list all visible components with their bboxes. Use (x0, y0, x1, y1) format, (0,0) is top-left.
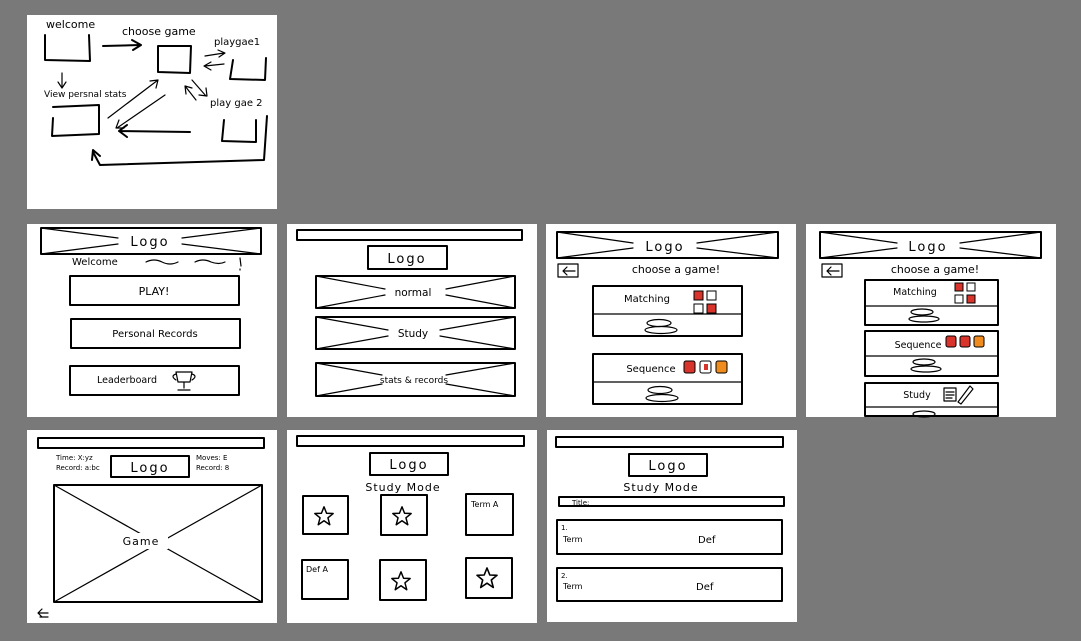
sequence-label: Sequence (895, 340, 942, 351)
term-label: Term A (470, 500, 499, 509)
choose-game-screen-a-panel: Logo choose a game! Matching Sequence (546, 224, 796, 417)
logo-text: Logo (389, 458, 428, 473)
sequence-cards-icon (945, 335, 985, 348)
study-mode-title: Study Mode (365, 481, 440, 494)
time-readout: Time: X:yz (55, 454, 93, 462)
study-label: Study (903, 390, 931, 401)
logo-text: Logo (387, 252, 426, 267)
def-label: Def A (306, 565, 328, 574)
record-moves-readout: Record: 8 (196, 464, 229, 472)
flow-choose-game-label: choose game (122, 25, 196, 38)
logo-text: Logo (130, 235, 169, 250)
wireframe-board: welcome choose game playgae1 play gae 2 … (27, 15, 1056, 623)
choose-game-title: choose a game! (891, 263, 979, 276)
row-number: 2. (561, 572, 568, 580)
flow-view-stats-label: View persnal stats (44, 90, 127, 100)
flow-diagram-panel: welcome choose game playgae1 play gae 2 … (27, 15, 277, 209)
row-def: Def (698, 535, 716, 546)
matching-label: Matching (624, 294, 670, 305)
game-screen-panel: Time: X:yz Record: a:bc Logo Moves: E Re… (27, 430, 277, 623)
sequence-label: Sequence (626, 364, 675, 375)
play-button-label: PLAY! (139, 285, 170, 298)
study-mode-label: Study (398, 328, 428, 340)
row-term: Term (562, 535, 583, 544)
row-def: Def (696, 582, 714, 593)
moves-readout: Moves: E (196, 454, 227, 462)
study-mode-title: Study Mode (623, 481, 698, 494)
logo-text: Logo (908, 240, 947, 255)
stats-records-label: stats & records (380, 376, 448, 386)
flow-play-game-1-label: playgae1 (214, 37, 260, 48)
logo-text: Logo (645, 240, 684, 255)
choose-game-title: choose a game! (632, 263, 720, 276)
choose-game-screen-b-panel: Logo choose a game! Matching Sequence St… (806, 224, 1056, 418)
study-list-screen-panel: Logo Study Mode Title: 1. Term Def 2. Te… (547, 430, 797, 622)
welcome-text: Welcome (72, 257, 118, 268)
mode-screen-panel: Logo normal Study stats & records (287, 224, 537, 417)
study-grid-screen-panel: Logo Study Mode Term A Def A (287, 430, 537, 623)
game-label: Game (123, 535, 160, 548)
title-label: Title: (571, 499, 589, 507)
flow-play-game-2-label: play gae 2 (210, 98, 263, 109)
normal-mode-label: normal (395, 287, 432, 299)
welcome-screen-panel: Logo Welcome PLAY! Personal Records Lead… (27, 224, 277, 417)
personal-records-label: Personal Records (112, 329, 197, 340)
logo-text: Logo (130, 461, 169, 476)
leaderboard-label: Leaderboard (97, 375, 157, 386)
sequence-cards-icon (683, 360, 728, 374)
flow-welcome-label: welcome (46, 18, 95, 31)
logo-text: Logo (648, 459, 687, 474)
record-time-readout: Record: a:bc (56, 464, 100, 472)
matching-label: Matching (893, 287, 937, 298)
row-number: 1. (561, 524, 568, 532)
row-term: Term (562, 582, 583, 591)
